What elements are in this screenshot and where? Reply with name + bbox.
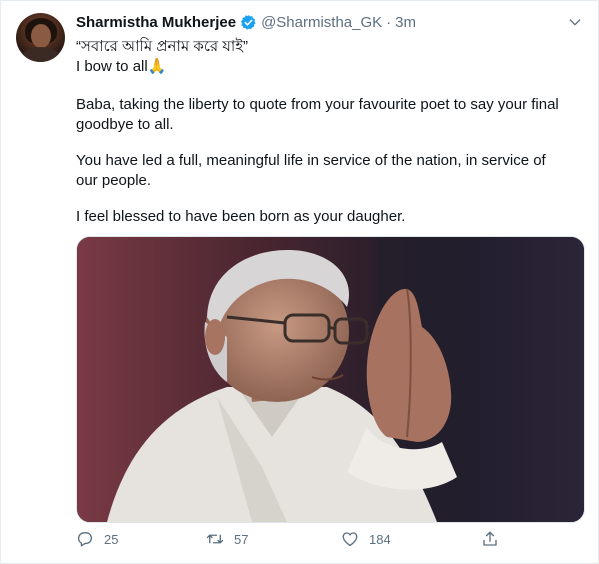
tweet-photo[interactable] — [76, 236, 585, 523]
tweet-text-line: You have led a full, meaningful life in … — [76, 152, 546, 169]
tweet-text-line: our people. — [76, 172, 152, 189]
tweet-text-line: “সবারে আমি প্রনাম করে যাই” — [76, 38, 249, 55]
tweet-text-line: I feel blessed to have been born as your… — [76, 208, 406, 225]
like-button[interactable]: 184 — [341, 530, 391, 548]
avatar[interactable] — [16, 13, 65, 62]
timestamp[interactable]: 3m — [395, 14, 416, 31]
author-name[interactable]: Sharmistha Mukherjee — [76, 14, 236, 31]
reply-button[interactable]: 25 — [76, 530, 118, 548]
tweet-text-line: goodbye to all. — [76, 116, 174, 133]
verified-badge-icon — [241, 14, 256, 30]
retweet-button[interactable]: 57 — [206, 530, 248, 548]
chevron-down-icon[interactable] — [567, 14, 583, 30]
share-icon — [483, 531, 497, 546]
reply-icon — [77, 532, 93, 547]
retweet-icon — [206, 534, 224, 544]
photo-illustration — [77, 237, 584, 522]
tweet-text-line: Baba, taking the liberty to quote from y… — [76, 96, 559, 113]
tweet-header: Sharmistha Mukherjee @Sharmistha_GK · 3m — [76, 12, 416, 32]
retweet-count: 57 — [234, 531, 249, 547]
like-count: 184 — [369, 531, 391, 547]
share-button[interactable] — [481, 530, 509, 548]
separator-dot: · — [386, 13, 392, 31]
like-icon — [342, 532, 358, 547]
tweet-text-line: I bow to all🙏 — [76, 58, 167, 75]
reply-count: 25 — [104, 531, 119, 547]
author-handle[interactable]: @Sharmistha_GK — [261, 14, 382, 31]
tweet-actions: 25 57 184 — [76, 530, 497, 554]
